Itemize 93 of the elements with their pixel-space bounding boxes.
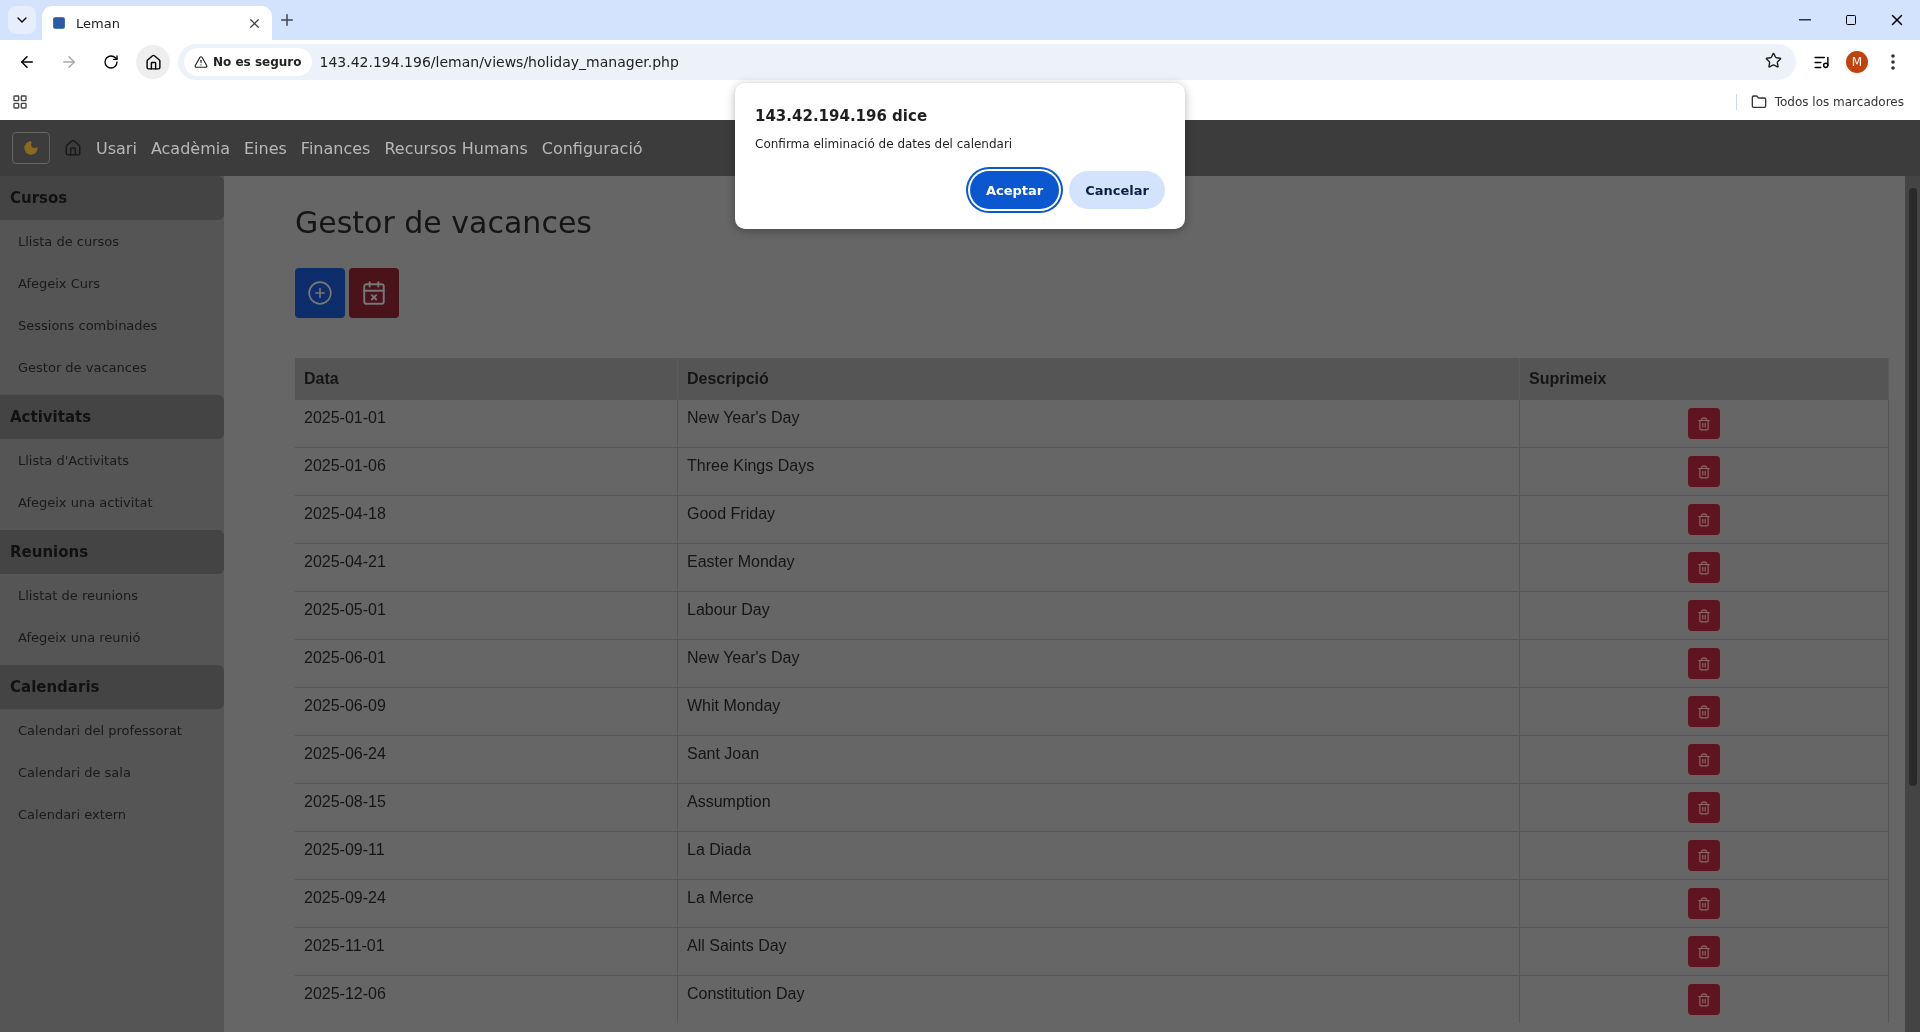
table-cell: Constitution Day bbox=[678, 975, 1520, 1023]
profile-avatar[interactable]: M bbox=[1846, 51, 1868, 73]
home-icon bbox=[144, 53, 162, 71]
delete-button[interactable] bbox=[1688, 840, 1720, 871]
restore-icon bbox=[1845, 14, 1857, 26]
trash-icon bbox=[1697, 608, 1711, 623]
site-favicon-icon bbox=[52, 16, 66, 30]
table-cell: All Saints Day bbox=[678, 927, 1520, 975]
table-cell: 2025-09-24 bbox=[295, 879, 678, 927]
delete-calendar-button[interactable] bbox=[349, 268, 399, 318]
nav-link[interactable]: Acadèmia bbox=[150, 138, 230, 158]
browser-tab[interactable]: Leman bbox=[42, 6, 272, 40]
delete-button[interactable] bbox=[1688, 408, 1720, 439]
url-text: 143.42.194.196/leman/views/holiday_manager.php bbox=[319, 54, 679, 70]
brand-logo[interactable] bbox=[12, 132, 50, 164]
table-cell: Whit Monday bbox=[678, 687, 1520, 735]
table-cell: Assumption bbox=[678, 783, 1520, 831]
table-cell: La Diada bbox=[678, 831, 1520, 879]
security-label: No es seguro bbox=[213, 55, 302, 69]
calendar-x-icon bbox=[361, 280, 387, 306]
home-icon[interactable] bbox=[64, 139, 82, 157]
dialog-title: 143.42.194.196 dice bbox=[755, 107, 929, 125]
table-cell: 2025-05-01 bbox=[295, 591, 678, 639]
column-header: Descripció bbox=[678, 358, 1520, 399]
trash-icon bbox=[1697, 896, 1711, 911]
all-bookmarks-button[interactable]: Todos los marcadores bbox=[1735, 94, 1908, 110]
table-cell: Labour Day bbox=[678, 591, 1520, 639]
table-cell: 2025-11-01 bbox=[295, 927, 678, 975]
delete-button[interactable] bbox=[1688, 696, 1720, 727]
nav-link[interactable]: Usari bbox=[96, 138, 137, 158]
table-cell: 2025-06-01 bbox=[295, 639, 678, 687]
table-cell: New Year's Day bbox=[678, 639, 1520, 687]
delete-button[interactable] bbox=[1688, 888, 1720, 919]
trash-icon bbox=[1697, 944, 1711, 959]
forward-arrow-icon bbox=[60, 53, 78, 71]
trash-icon bbox=[1697, 560, 1711, 575]
nav-link[interactable]: Recursos Humans bbox=[384, 138, 528, 158]
delete-button[interactable] bbox=[1688, 936, 1720, 967]
table-cell: Sant Joan bbox=[678, 735, 1520, 783]
moon-icon bbox=[23, 140, 39, 156]
column-header: Suprimeix bbox=[1520, 358, 1889, 399]
delete-button[interactable] bbox=[1688, 504, 1720, 535]
home-button[interactable] bbox=[136, 45, 170, 79]
trash-icon bbox=[1697, 512, 1711, 527]
column-header: Data bbox=[295, 358, 678, 399]
table-cell: 2025-04-21 bbox=[295, 543, 678, 591]
table-cell: New Year's Day bbox=[678, 399, 1520, 447]
trash-icon bbox=[1697, 464, 1711, 479]
cancel-button[interactable]: Cancelar bbox=[1069, 171, 1165, 209]
table-cell: Three Kings Days bbox=[678, 447, 1520, 495]
trash-icon bbox=[1697, 752, 1711, 767]
security-chip[interactable]: No es seguro bbox=[184, 48, 312, 76]
nav-link[interactable]: Configuració bbox=[541, 138, 643, 158]
delete-button[interactable] bbox=[1688, 648, 1720, 679]
page-title: Gestor de vacances bbox=[295, 205, 593, 240]
folder-icon bbox=[1750, 94, 1767, 110]
trash-icon bbox=[1697, 416, 1711, 431]
nav-link[interactable]: Eines bbox=[244, 138, 287, 158]
apps-grid-icon[interactable] bbox=[12, 94, 28, 110]
plus-circle-icon bbox=[307, 280, 333, 306]
new-tab-icon[interactable] bbox=[278, 11, 296, 29]
table-cell: Good Friday bbox=[678, 495, 1520, 543]
delete-button[interactable] bbox=[1688, 744, 1720, 775]
table-cell: 2025-06-09 bbox=[295, 687, 678, 735]
address-bar[interactable]: No es seguro 143.42.194.196/leman/views/holiday_manager.php bbox=[178, 44, 1796, 80]
reload-icon bbox=[103, 54, 119, 70]
table-cell: 2025-04-18 bbox=[295, 495, 678, 543]
trash-icon bbox=[1697, 704, 1711, 719]
table-cell: 2025-08-15 bbox=[295, 783, 678, 831]
table-cell: Easter Monday bbox=[678, 543, 1520, 591]
delete-button[interactable] bbox=[1688, 552, 1720, 583]
table-cell: 2025-01-06 bbox=[295, 447, 678, 495]
table-cell: 2025-12-06 bbox=[295, 975, 678, 1023]
tab-search-button[interactable] bbox=[8, 6, 36, 34]
delete-button[interactable] bbox=[1688, 792, 1720, 823]
scrollbar-thumb[interactable] bbox=[1908, 188, 1917, 786]
add-button[interactable] bbox=[295, 268, 345, 318]
table-cell: 2025-01-01 bbox=[295, 399, 678, 447]
nav-link[interactable]: Finances bbox=[300, 138, 371, 158]
trash-icon bbox=[1697, 800, 1711, 815]
table-cell: 2025-09-11 bbox=[295, 831, 678, 879]
trash-icon bbox=[1697, 656, 1711, 671]
table-cell: La Merce bbox=[678, 879, 1520, 927]
menu-icon bbox=[1891, 54, 1895, 70]
dialog-message: Confirma eliminació de dates del calendari bbox=[755, 137, 1014, 151]
table-cell: 2025-06-24 bbox=[295, 735, 678, 783]
delete-button[interactable] bbox=[1688, 600, 1720, 631]
delete-button[interactable] bbox=[1688, 456, 1720, 487]
warning-icon bbox=[194, 55, 208, 69]
trash-icon bbox=[1697, 848, 1711, 863]
minimize-icon bbox=[1799, 19, 1811, 21]
trash-icon bbox=[1697, 992, 1711, 1007]
delete-button[interactable] bbox=[1688, 984, 1720, 1015]
